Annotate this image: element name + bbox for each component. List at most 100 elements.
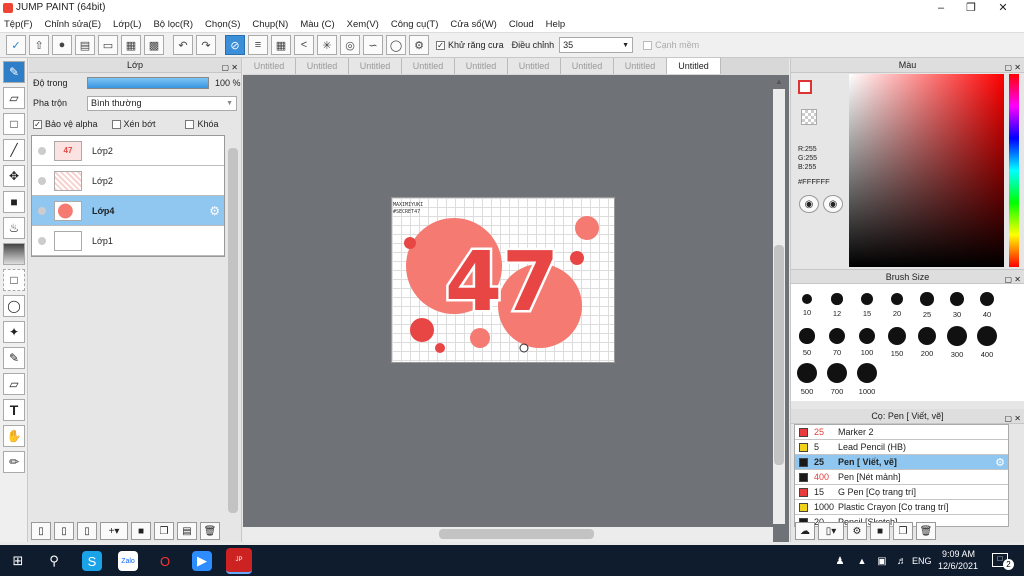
visibility-icon[interactable] — [38, 146, 46, 155]
pen-item-selected[interactable]: 25 Pen [ Viết, vẽ] ⚙ — [795, 455, 1008, 470]
artboard[interactable]: 47 MAXIMIYUKI #SECRET47 — [391, 197, 615, 363]
magic-wand-icon[interactable]: ✦ — [3, 321, 25, 343]
canvas-horizontal-scrollbar[interactable] — [243, 527, 773, 542]
transparent-swatch[interactable] — [801, 109, 817, 125]
visibility-icon[interactable] — [38, 176, 46, 185]
menu-select[interactable]: Chọn(S) — [205, 19, 240, 30]
select-eraser-icon[interactable]: ▱ — [3, 373, 25, 395]
document-tab[interactable]: Untitled — [561, 58, 614, 74]
export-icon[interactable]: ⇧ — [29, 35, 49, 55]
brush-size-option[interactable]: 25 — [913, 288, 941, 319]
duplicate-brush-icon[interactable]: ❐ — [893, 522, 913, 540]
vertical-scroll-thumb[interactable] — [774, 245, 784, 465]
document-tab[interactable]: Untitled — [614, 58, 667, 74]
pen-tool-icon[interactable]: ✎ — [3, 61, 25, 83]
curve-ruler-icon[interactable]: ∽ — [363, 35, 383, 55]
brush-size-option[interactable]: 1000 — [853, 362, 881, 396]
zoom-icon[interactable]: ▶ — [192, 551, 212, 571]
opacity-slider[interactable] — [87, 77, 209, 89]
trash-icon[interactable]: 🗑 — [916, 522, 936, 540]
pen-item[interactable]: 1000 Plastic Crayon [Cọ trang trí] — [795, 500, 1008, 515]
menu-window[interactable]: Cửa sổ(W) — [450, 19, 496, 30]
lock-checkbox[interactable] — [185, 119, 195, 129]
chevron-up-icon[interactable]: ▲ — [773, 77, 785, 87]
protect-alpha-checkbox[interactable] — [33, 119, 42, 129]
pen-item[interactable]: 400 Pen [Nét mảnh] — [795, 470, 1008, 485]
jump-paint-taskbar-icon[interactable]: JP — [226, 548, 252, 574]
brush-size-option[interactable]: 70 — [823, 325, 851, 357]
rectangle-tool-icon[interactable]: □ — [3, 113, 25, 135]
select-rect-icon[interactable]: □ — [3, 269, 25, 291]
brush-size-option[interactable]: 20 — [883, 288, 911, 318]
saturation-value-picker[interactable] — [849, 74, 1004, 267]
speech-bubble-icon[interactable]: ● — [52, 35, 72, 55]
brush-size-option[interactable]: 100 — [853, 325, 881, 357]
clip-checkbox[interactable] — [111, 119, 121, 129]
gradient-tool-icon[interactable] — [3, 243, 25, 265]
canvas-vertical-scrollbar[interactable] — [773, 89, 785, 524]
menu-filter[interactable]: Bộ lọc(R) — [153, 19, 193, 30]
pen-item[interactable]: 15 G Pen [Cọ trang trí] — [795, 485, 1008, 500]
eraser-tool-icon[interactable]: ▱ — [3, 87, 25, 109]
people-icon[interactable]: ♟ — [830, 551, 850, 571]
brush-size-option[interactable]: 40 — [973, 288, 1001, 319]
brush-size-option[interactable]: 12 — [823, 288, 851, 318]
hand-tool-icon[interactable]: ✋ — [3, 425, 25, 447]
layer-scrollbar-thumb[interactable] — [228, 148, 238, 513]
brush-size-option[interactable]: 400 — [973, 325, 1001, 359]
adjust-select[interactable]: 35 ▼ — [559, 37, 634, 53]
hue-slider[interactable] — [1009, 74, 1019, 267]
document-tab[interactable]: Untitled — [508, 58, 561, 74]
folder-icon[interactable]: ■ — [131, 522, 151, 540]
menu-file[interactable]: Tệp(F) — [4, 19, 33, 30]
redo-icon[interactable]: ↷ — [196, 35, 216, 55]
pen-item[interactable]: 5 Lead Pencil (HB) — [795, 440, 1008, 455]
document-tab[interactable]: Untitled — [455, 58, 508, 74]
clock-date[interactable]: 12/6/2021 — [938, 561, 978, 571]
panel-check-icon[interactable]: ▩ — [144, 35, 164, 55]
undo-icon[interactable]: ↶ — [173, 35, 193, 55]
brush-size-option[interactable]: 300 — [943, 325, 971, 359]
pen-item[interactable]: 25 Marker 2 — [795, 425, 1008, 440]
gear-ruler-icon[interactable]: ⚙ — [409, 35, 429, 55]
panel-close-icon[interactable]: ▢ ✕ — [222, 60, 238, 75]
close-icon[interactable]: ✕ — [988, 0, 1018, 16]
panel-close-icon[interactable]: ▢ ✕ — [1005, 411, 1021, 426]
select-pen-icon[interactable]: ✎ — [3, 347, 25, 369]
zalo-icon[interactable]: Zalo — [118, 551, 138, 571]
new-vector-layer-icon[interactable]: ▯ — [54, 522, 74, 540]
layer-row[interactable]: Lớp2 — [32, 166, 224, 196]
layer-row[interactable]: 47 Lớp2 — [32, 136, 224, 166]
blend-select[interactable]: Bình thường ▼ — [87, 95, 237, 111]
brush-size-option[interactable]: 30 — [943, 288, 971, 319]
panel-layout-icon[interactable]: ▦ — [121, 35, 141, 55]
document-tab-active[interactable]: Untitled — [667, 58, 721, 74]
page-icon[interactable]: ▭ — [98, 35, 118, 55]
duplicate-layer-icon[interactable]: ❐ — [154, 522, 174, 540]
parallel-ruler-icon[interactable]: ≡ — [248, 35, 268, 55]
select-lasso-icon[interactable]: ◯ — [3, 295, 25, 317]
cloud-brush-icon[interactable]: ☁ — [795, 522, 815, 540]
move-tool-icon[interactable]: ✥ — [3, 165, 25, 187]
gear-icon[interactable]: ⚙ — [209, 204, 220, 218]
snap-off-icon[interactable]: ⊘ — [225, 35, 245, 55]
brush-size-option[interactable]: 700 — [823, 362, 851, 396]
layer-row[interactable]: Lớp1 — [32, 226, 224, 256]
grid-snap-icon[interactable]: ▦ — [271, 35, 291, 55]
circle-ruler-icon[interactable]: ◯ — [386, 35, 406, 55]
brush-size-option[interactable]: 500 — [793, 362, 821, 396]
add-brush-icon[interactable]: ▯▾ — [818, 522, 844, 540]
eyedropper-icon[interactable]: ✏ — [3, 451, 25, 473]
radial-icon[interactable]: ✳ — [317, 35, 337, 55]
smooth-checkbox[interactable] — [643, 40, 653, 50]
clock-time[interactable]: 9:09 AM — [942, 549, 975, 559]
text-tool-icon[interactable]: T — [3, 399, 25, 421]
volume-icon[interactable]: ♬ — [892, 551, 912, 571]
fill-rect-tool-icon[interactable]: ■ — [3, 191, 25, 213]
network-icon[interactable]: ▣ — [872, 551, 892, 571]
brush-size-option[interactable]: 200 — [913, 325, 941, 358]
horizontal-scroll-thumb[interactable] — [439, 529, 594, 539]
windows-start-icon[interactable]: ⊞ — [8, 551, 28, 571]
menu-cloud[interactable]: Cloud — [509, 19, 534, 30]
gear-icon[interactable]: ⚙ — [995, 456, 1005, 469]
